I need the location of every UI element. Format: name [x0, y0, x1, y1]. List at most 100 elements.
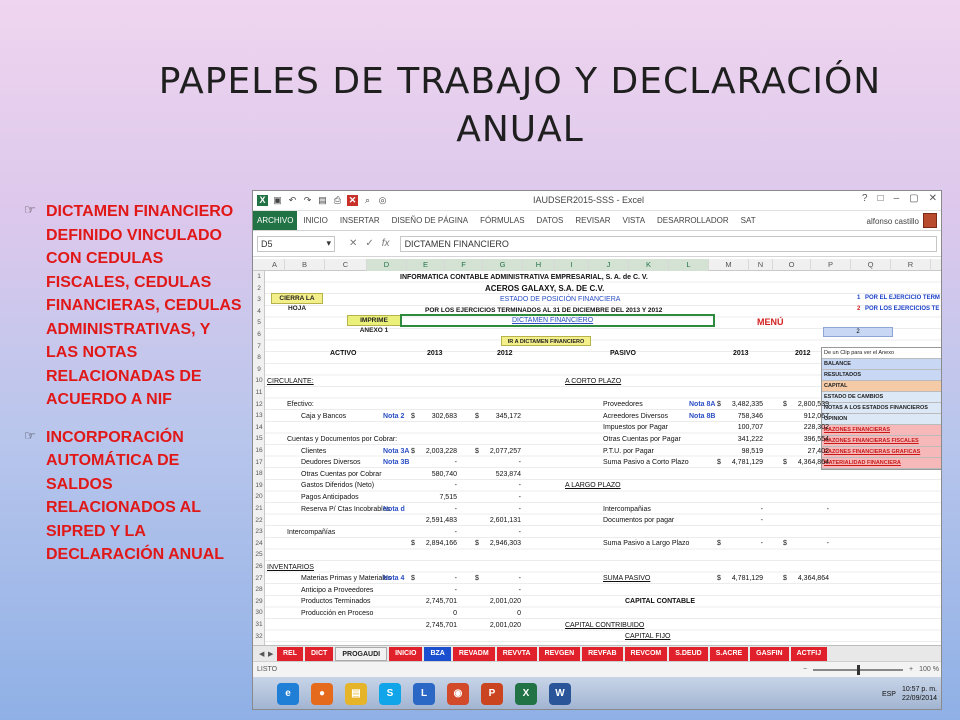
sheet-tab[interactable]: INICIO — [389, 646, 423, 661]
column-header-a[interactable]: A — [265, 259, 285, 271]
zoom-out-icon[interactable]: − — [803, 666, 807, 673]
sheet-tab[interactable]: REVADM — [452, 646, 495, 661]
row-header[interactable]: 25 — [253, 551, 265, 558]
lync-icon[interactable]: L — [413, 683, 435, 705]
maximize-icon[interactable]: ▢ — [909, 193, 918, 204]
annex-menu-item[interactable]: CAPITAL — [822, 381, 941, 392]
sheet-tab[interactable]: REVFAB — [582, 646, 623, 661]
function-icon[interactable]: fx — [382, 238, 390, 249]
formula-input[interactable]: DICTAMEN FINANCIERO — [399, 235, 937, 252]
zoom-slider[interactable] — [813, 664, 904, 675]
row-header[interactable]: 5 — [253, 319, 265, 326]
annex-menu-item[interactable]: OPINION — [822, 414, 941, 425]
sheet-tab[interactable]: REVCOM — [624, 646, 668, 661]
scroll-left-icon[interactable]: ◀ — [259, 650, 264, 658]
firefox-icon[interactable]: ● — [311, 683, 333, 705]
row-header[interactable]: 2 — [253, 285, 265, 292]
tab-insertar[interactable]: INSERTAR — [334, 216, 386, 225]
annex-menu-item[interactable]: MATERIALIDAD FINANCIERA — [822, 458, 941, 469]
tab-desarrollador[interactable]: DESARROLLADOR — [651, 216, 735, 225]
close-icon[interactable]: ✕ — [929, 193, 937, 204]
tab-vista[interactable]: VISTA — [617, 216, 652, 225]
column-header-p[interactable]: P — [811, 259, 851, 271]
spreadsheet-grid[interactable]: INFORMATICA CONTABLE ADMINISTRATIVA EMPR… — [265, 271, 941, 645]
user-name[interactable]: alfonso castillo — [867, 217, 919, 226]
skype-icon[interactable]: S — [379, 683, 401, 705]
row-header[interactable]: 19 — [253, 482, 265, 489]
row-header[interactable]: 27 — [253, 575, 265, 582]
menu-link[interactable]: MENÚ — [757, 318, 784, 327]
print-annex-button[interactable]: IMPRIME ANEXO 1 — [347, 315, 401, 334]
sheet-tab[interactable]: REL — [277, 646, 303, 661]
tab-sat[interactable]: SAT — [735, 216, 762, 225]
print-icon[interactable]: ⎙ — [332, 195, 343, 206]
undo-icon[interactable]: ↶ — [287, 195, 298, 206]
row-header[interactable]: 11 — [253, 389, 265, 396]
row-header[interactable]: 9 — [253, 366, 265, 373]
annex-menu-item[interactable]: RAZONES FINANCIERAS FISCALES — [822, 436, 941, 447]
annex-menu-item[interactable]: NOTAS A LOS ESTADOS FINANCIEROS — [822, 403, 941, 414]
dictamen-link[interactable]: DICTAMEN FINANCIERO — [512, 316, 593, 325]
column-header-n[interactable]: N — [749, 259, 773, 271]
internet-explorer-icon[interactable]: e — [277, 683, 299, 705]
sheet-tab[interactable]: REVVTA — [496, 646, 537, 661]
language-indicator[interactable]: ESP — [882, 690, 896, 699]
word-icon[interactable]: W — [549, 683, 571, 705]
column-header-b[interactable]: B — [285, 259, 325, 271]
column-header-m[interactable]: M — [709, 259, 749, 271]
sheet-tab[interactable]: ACTFIJ — [790, 646, 828, 661]
row-header[interactable]: 26 — [253, 563, 265, 570]
row-header[interactable]: 4 — [253, 308, 265, 315]
media-icon[interactable]: ◉ — [447, 683, 469, 705]
sheet-tab[interactable]: REVGEN — [538, 646, 581, 661]
search-icon[interactable]: ⌕ — [362, 195, 373, 206]
row-header[interactable]: 29 — [253, 598, 265, 605]
row-header[interactable]: 6 — [253, 331, 265, 338]
check-icon[interactable]: ✓ — [365, 238, 373, 249]
row-header[interactable]: 17 — [253, 459, 265, 466]
sheet-tab[interactable]: S.ACRE — [709, 646, 749, 661]
row-header[interactable]: 22 — [253, 517, 265, 524]
cancel-icon[interactable]: ✕ — [349, 238, 357, 249]
row-header[interactable]: 18 — [253, 470, 265, 477]
row-header[interactable]: 1 — [253, 273, 265, 280]
tab-datos[interactable]: DATOS — [531, 216, 570, 225]
zoom-in-icon[interactable]: + — [909, 666, 913, 673]
column-header-d[interactable]: D — [367, 259, 407, 271]
column-header-r[interactable]: R — [891, 259, 931, 271]
folder-icon[interactable]: ▤ — [317, 195, 328, 206]
row-header[interactable]: 28 — [253, 586, 265, 593]
row-header[interactable]: 14 — [253, 424, 265, 431]
column-header-o[interactable]: O — [773, 259, 811, 271]
column-header-j[interactable]: J — [589, 259, 629, 271]
column-header-l[interactable]: L — [669, 259, 709, 271]
tab-diseno-pagina[interactable]: DISEÑO DE PÁGINA — [386, 216, 474, 225]
ribbon-options-icon[interactable]: □ — [878, 193, 884, 204]
sheet-tab[interactable]: S.DEUD — [669, 646, 708, 661]
selected-cell[interactable]: DICTAMEN FINANCIERO — [400, 314, 715, 327]
row-header[interactable]: 12 — [253, 401, 265, 408]
row-header[interactable]: 23 — [253, 528, 265, 535]
column-header-c[interactable]: C — [325, 259, 367, 271]
taskbar-clock[interactable]: ESP 10:57 p. m. 22/09/2014 — [882, 685, 937, 703]
annex-menu-item[interactable]: RAZONES FINANCIERAS — [822, 425, 941, 436]
annex-menu-item[interactable]: RAZONES FINANCIERAS GRAFICAS — [822, 447, 941, 458]
row-header[interactable]: 24 — [253, 540, 265, 547]
column-header-g[interactable]: G — [483, 259, 523, 271]
row-header[interactable]: 20 — [253, 493, 265, 500]
row-header[interactable]: 13 — [253, 412, 265, 419]
column-header-i[interactable]: I — [555, 259, 589, 271]
close-sheet-button[interactable]: CIERRA LA HOJA — [271, 293, 323, 312]
scroll-right-icon[interactable]: ▶ — [268, 650, 273, 658]
column-header-e[interactable]: E — [407, 259, 445, 271]
sheet-tab[interactable]: BZA — [424, 646, 451, 661]
annex-menu-item[interactable]: BALANCE — [822, 359, 941, 370]
selector-value[interactable]: 2 — [823, 327, 893, 337]
row-header[interactable]: 7 — [253, 343, 265, 350]
sheet-tab[interactable]: PROGAUDI — [335, 646, 388, 661]
row-header[interactable]: 21 — [253, 505, 265, 512]
minimize-icon[interactable]: – — [894, 193, 900, 204]
tab-revisar[interactable]: REVISAR — [569, 216, 616, 225]
column-header-k[interactable]: K — [629, 259, 669, 271]
help-icon[interactable]: ? — [862, 193, 868, 204]
